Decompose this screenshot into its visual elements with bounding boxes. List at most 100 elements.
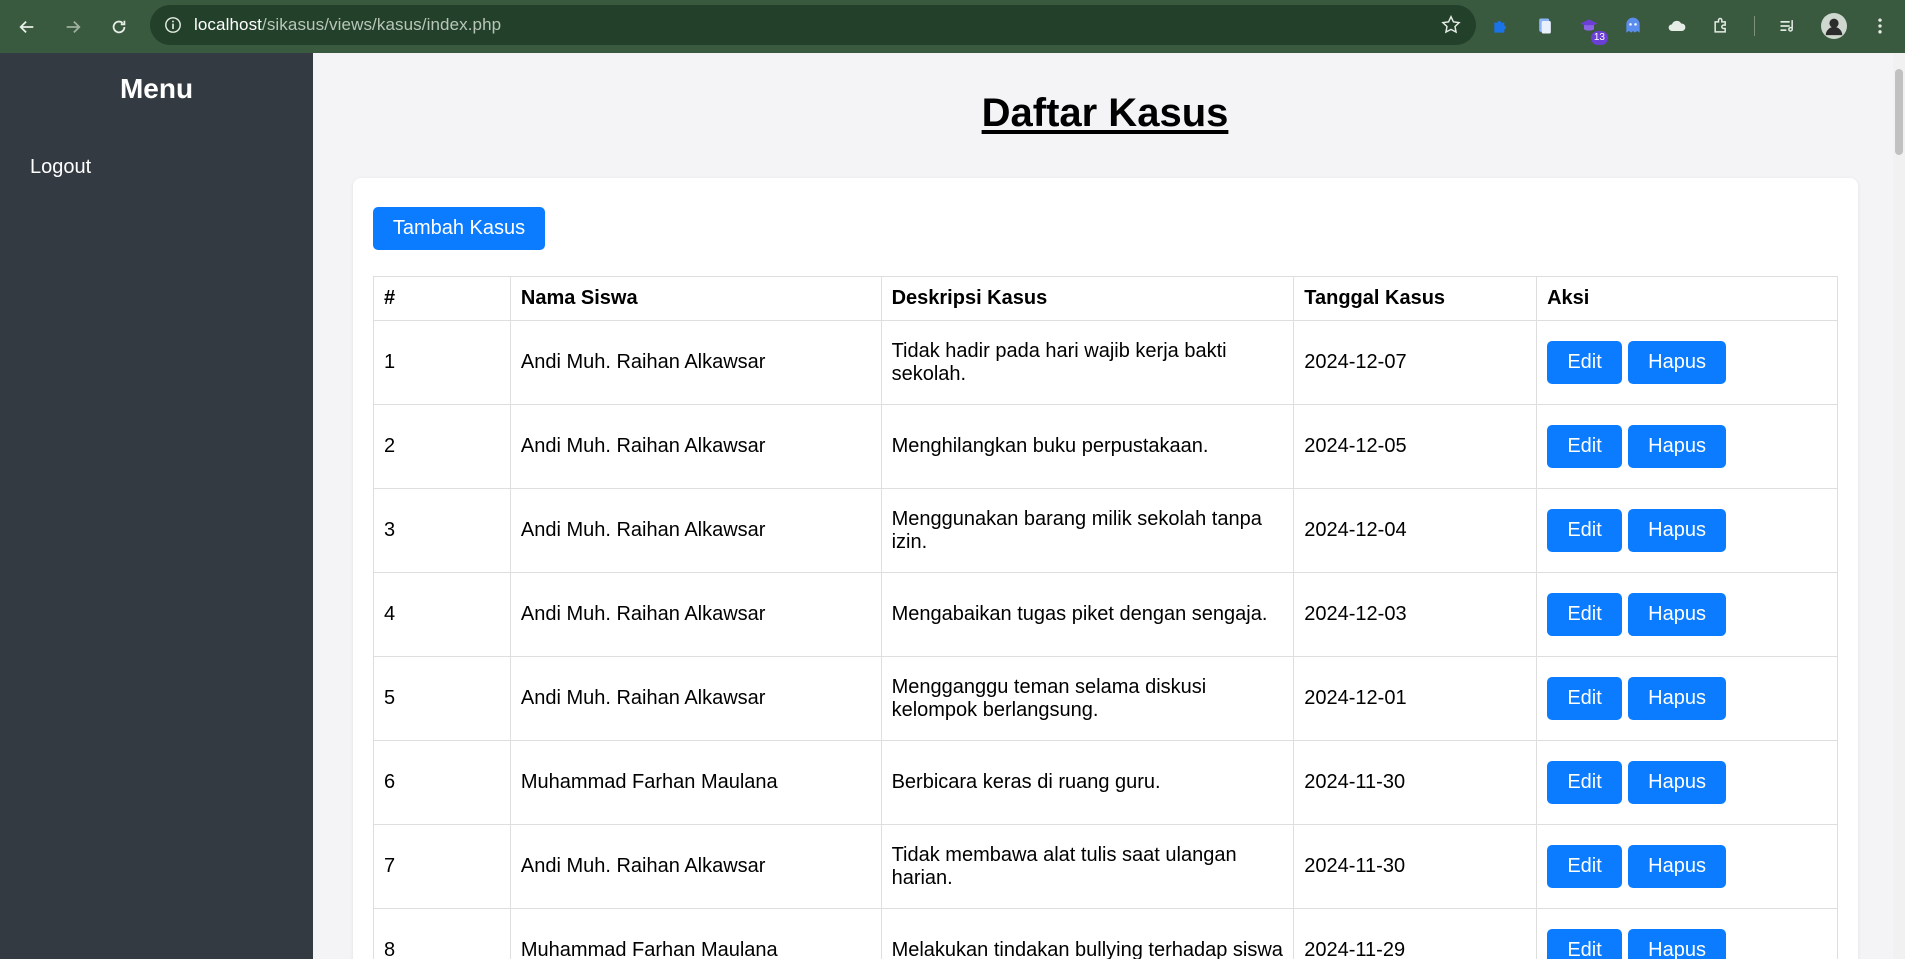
edit-button[interactable]: Edit	[1547, 341, 1623, 384]
table-row: 5 Andi Muh. Raihan Alkawsar Mengganggu t…	[373, 656, 1838, 741]
delete-button[interactable]: Hapus	[1628, 425, 1727, 468]
cell-actions: Edit Hapus	[1536, 488, 1838, 573]
header-student-name: Nama Siswa	[509, 276, 882, 321]
cell-description: Tidak hadir pada hari wajib kerja bakti …	[880, 320, 1295, 405]
table-row: 4 Andi Muh. Raihan Alkawsar Mengabaikan …	[373, 572, 1838, 657]
cell-date: 2024-12-04	[1293, 488, 1538, 573]
delete-button[interactable]: Hapus	[1628, 341, 1727, 384]
table-row: 8 Muhammad Farhan Maulana Melakukan tind…	[373, 908, 1838, 959]
cell-student-name: Andi Muh. Raihan Alkawsar	[509, 656, 882, 741]
add-case-button[interactable]: Tambah Kasus	[373, 207, 545, 250]
scrollbar-thumb[interactable]	[1895, 69, 1903, 155]
cell-student-name: Andi Muh. Raihan Alkawsar	[509, 320, 882, 405]
cell-date: 2024-12-01	[1293, 656, 1538, 741]
url-text: localhost/sikasus/views/kasus/index.php	[194, 15, 501, 35]
sidebar-title: Menu	[119, 73, 194, 104]
header-case-description: Deskripsi Kasus	[880, 276, 1295, 321]
cases-table: # Nama Siswa Deskripsi Kasus Tanggal Kas…	[373, 276, 1838, 959]
extensions-icon[interactable]	[1710, 15, 1732, 37]
page-scrollbar[interactable]	[1893, 53, 1905, 959]
cell-actions: Edit Hapus	[1536, 320, 1838, 405]
cell-date: 2024-11-30	[1293, 740, 1538, 825]
cell-actions: Edit Hapus	[1536, 908, 1838, 959]
cell-student-name: Andi Muh. Raihan Alkawsar	[509, 824, 882, 909]
cell-number: 4	[373, 572, 511, 657]
header-number: #	[373, 276, 511, 321]
forward-icon[interactable]	[58, 12, 88, 42]
table-row: 7 Andi Muh. Raihan Alkawsar Tidak membaw…	[373, 824, 1838, 909]
cell-number: 3	[373, 488, 511, 573]
menu-kebab-icon[interactable]	[1869, 15, 1891, 37]
table-row: 2 Andi Muh. Raihan Alkawsar Menghilangka…	[373, 404, 1838, 489]
cell-actions: Edit Hapus	[1536, 572, 1838, 657]
delete-button[interactable]: Hapus	[1628, 845, 1727, 888]
media-control-icon[interactable]	[1777, 15, 1799, 37]
cell-description: Berbicara keras di ruang guru.	[880, 740, 1295, 825]
table-row: 6 Muhammad Farhan Maulana Berbicara kera…	[373, 740, 1838, 825]
cell-student-name: Muhammad Farhan Maulana	[509, 740, 882, 825]
cell-description: Melakukan tindakan bullying terhadap sis…	[880, 908, 1295, 959]
url-path: /sikasus/views/kasus/index.php	[262, 15, 502, 34]
edit-button[interactable]: Edit	[1547, 509, 1623, 552]
cell-date: 2024-12-07	[1293, 320, 1538, 405]
edit-button[interactable]: Edit	[1547, 761, 1623, 804]
delete-button[interactable]: Hapus	[1628, 593, 1727, 636]
cell-date: 2024-11-30	[1293, 824, 1538, 909]
profile-avatar[interactable]	[1821, 13, 1847, 39]
sidebar: Menu Logout	[0, 53, 313, 959]
cell-description: Menggunakan barang milik sekolah tanpa i…	[880, 488, 1295, 573]
url-host: localhost	[194, 15, 262, 34]
cell-description: Mengganggu teman selama diskusi kelompok…	[880, 656, 1295, 741]
delete-button[interactable]: Hapus	[1628, 761, 1727, 804]
bookmark-star-icon[interactable]	[1440, 14, 1462, 36]
cell-number: 8	[373, 908, 511, 959]
cell-date: 2024-12-05	[1293, 404, 1538, 489]
edit-button[interactable]: Edit	[1547, 929, 1623, 959]
table-header-row: # Nama Siswa Deskripsi Kasus Tanggal Kas…	[373, 276, 1838, 321]
back-icon[interactable]	[12, 12, 42, 42]
document-extension-icon[interactable]	[1534, 15, 1556, 37]
graduation-extension-icon[interactable]: 13	[1578, 15, 1608, 45]
cell-description: Mengabaikan tugas piket dengan sengaja.	[880, 572, 1295, 657]
cell-number: 5	[373, 656, 511, 741]
cell-number: 1	[373, 320, 511, 405]
cell-date: 2024-11-29	[1293, 908, 1538, 959]
header-actions: Aksi	[1536, 276, 1838, 321]
browser-toolbar: localhost/sikasus/views/kasus/index.php …	[0, 0, 1905, 53]
cell-actions: Edit Hapus	[1536, 824, 1838, 909]
ghost-extension-icon[interactable]	[1622, 15, 1644, 37]
cell-student-name: Andi Muh. Raihan Alkawsar	[509, 572, 882, 657]
sidebar-item-logout[interactable]: Logout	[30, 156, 91, 179]
site-info-icon[interactable]	[162, 14, 184, 36]
cell-actions: Edit Hapus	[1536, 740, 1838, 825]
reload-icon[interactable]	[104, 12, 134, 42]
table-row: 1 Andi Muh. Raihan Alkawsar Tidak hadir …	[373, 320, 1838, 405]
cloud-extension-icon[interactable]	[1666, 15, 1688, 37]
extension-badge: 13	[1590, 31, 1608, 45]
edit-button[interactable]: Edit	[1547, 425, 1623, 468]
page-title: Daftar Kasus	[981, 91, 1229, 135]
delete-button[interactable]: Hapus	[1628, 509, 1727, 552]
edit-button[interactable]: Edit	[1547, 677, 1623, 720]
cell-description: Menghilangkan buku perpustakaan.	[880, 404, 1295, 489]
cell-actions: Edit Hapus	[1536, 404, 1838, 489]
puzzle-extension-icon[interactable]	[1490, 15, 1512, 37]
cell-student-name: Andi Muh. Raihan Alkawsar	[509, 488, 882, 573]
content-card: Tambah Kasus # Nama Siswa Deskripsi Kasu…	[353, 178, 1858, 959]
extension-icons: 13	[1490, 9, 1891, 45]
main-content: Daftar Kasus Tambah Kasus # Nama Siswa D…	[313, 53, 1905, 959]
delete-button[interactable]: Hapus	[1628, 929, 1727, 959]
delete-button[interactable]: Hapus	[1628, 677, 1727, 720]
toolbar-separator	[1754, 16, 1755, 36]
cell-number: 7	[373, 824, 511, 909]
table-row: 3 Andi Muh. Raihan Alkawsar Menggunakan …	[373, 488, 1838, 573]
cell-student-name: Muhammad Farhan Maulana	[509, 908, 882, 959]
cell-description: Tidak membawa alat tulis saat ulangan ha…	[880, 824, 1295, 909]
cell-student-name: Andi Muh. Raihan Alkawsar	[509, 404, 882, 489]
address-bar[interactable]: localhost/sikasus/views/kasus/index.php	[150, 5, 1476, 45]
edit-button[interactable]: Edit	[1547, 593, 1623, 636]
edit-button[interactable]: Edit	[1547, 845, 1623, 888]
cell-date: 2024-12-03	[1293, 572, 1538, 657]
cell-number: 2	[373, 404, 511, 489]
header-case-date: Tanggal Kasus	[1293, 276, 1538, 321]
